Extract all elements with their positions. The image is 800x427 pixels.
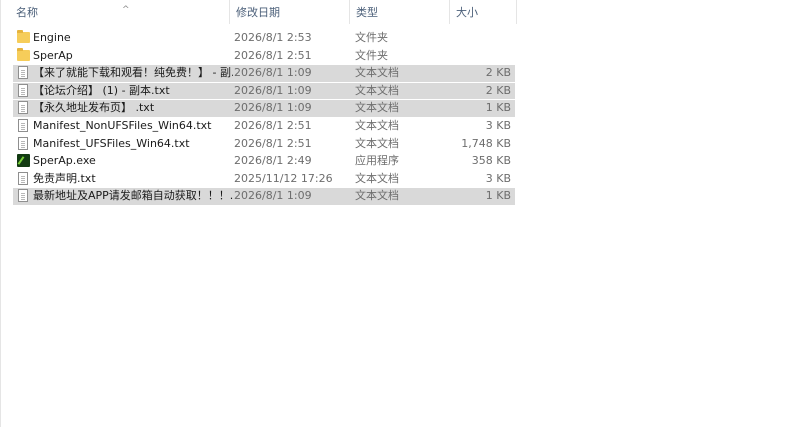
column-header: ^ 名称 修改日期 类型 大小 [1,0,517,24]
file-type: 文本文档 [355,101,399,115]
file-name: 【论坛介绍】 (1) - 副本.txt [33,83,170,97]
file-date: 2026/8/1 1:09 [234,83,312,97]
file-size: 3 KB [485,118,511,132]
file-name: 【来了就能下载和观看！纯免费！】 - 副... [33,66,233,80]
file-list: Engine 2026/8/1 2:53 文件夹 SperAp 2026/8/1… [13,29,515,205]
file-size: 1,748 KB [461,136,511,150]
file-type: 应用程序 [355,154,399,168]
file-size: 1 KB [485,189,511,203]
file-name: 最新地址及APP请发邮箱自动获取！！！... [33,189,233,203]
column-header-date-label: 修改日期 [236,6,280,19]
column-header-type-label: 类型 [356,6,378,19]
file-row[interactable]: 【来了就能下载和观看！纯免费！】 - 副... 2026/8/1 1:09 文本… [13,64,515,82]
text-file-icon [18,189,28,203]
text-file-icon [18,171,28,185]
file-row[interactable]: 【永久地址发布页】 .txt 2026/8/1 1:09 文本文档 1 KB [13,99,515,117]
text-file-icon [18,66,28,80]
file-row[interactable]: 最新地址及APP请发邮箱自动获取！！！... 2026/8/1 1:09 文本文… [13,187,515,205]
file-size [443,29,511,47]
folder-icon [17,47,30,61]
folder-icon [17,30,30,43]
column-header-type[interactable]: 类型 [350,0,450,24]
file-date: 2026/8/1 1:09 [234,101,312,115]
file-date: 2026/8/1 2:51 [234,48,312,62]
column-header-size[interactable]: 大小 [450,0,517,24]
file-size: 1 KB [485,101,511,115]
file-type: 文本文档 [355,136,399,150]
file-date: 2026/8/1 2:49 [234,154,312,168]
column-header-date[interactable]: 修改日期 [230,0,350,24]
file-row[interactable]: SperAp 2026/8/1 2:51 文件夹 [13,47,515,65]
file-type: 文本文档 [355,66,399,80]
file-name: Manifest_NonUFSFiles_Win64.txt [33,118,212,132]
file-row[interactable]: 免责声明.txt 2025/11/12 17:26 文本文档 3 KB [13,170,515,188]
file-name: 免责声明.txt [33,171,96,185]
file-row[interactable]: Manifest_UFSFiles_Win64.txt 2026/8/1 2:5… [13,135,515,153]
file-row[interactable]: Manifest_NonUFSFiles_Win64.txt 2026/8/1 … [13,117,515,135]
file-name: SperAp [33,48,73,62]
file-type: 文本文档 [355,171,399,185]
column-header-name[interactable]: ^ 名称 [9,0,230,24]
sort-ascending-icon: ^ [122,5,130,15]
file-date: 2026/8/1 1:09 [234,189,312,203]
file-type: 文件夹 [355,48,388,62]
text-file-icon [18,101,28,115]
file-name: 【永久地址发布页】 .txt [33,101,155,115]
file-name: Manifest_UFSFiles_Win64.txt [33,136,190,150]
column-header-size-label: 大小 [456,6,478,19]
text-file-icon [18,136,28,150]
column-header-name-label: 名称 [16,6,38,19]
pane-border [0,0,1,427]
file-row[interactable]: 【论坛介绍】 (1) - 副本.txt 2026/8/1 1:09 文本文档 2… [13,81,515,100]
file-date: 2025/11/12 17:26 [234,171,333,185]
file-name: SperAp.exe [33,154,96,168]
file-size: 358 KB [471,154,511,168]
file-type: 文本文档 [355,118,399,132]
file-size: 3 KB [485,171,511,185]
text-file-icon [18,83,28,97]
file-size: 2 KB [485,83,511,97]
file-type: 文本文档 [355,189,399,203]
file-date: 2026/8/1 2:51 [234,118,312,132]
file-name: Engine [33,31,71,44]
file-date: 2026/8/1 2:51 [234,136,312,150]
file-explorer-view: ^ 名称 修改日期 类型 大小 Engine 2026/8/1 2:53 文件夹… [0,0,800,427]
file-type: 文件夹 [355,31,388,44]
application-icon [17,154,30,168]
file-size: 2 KB [485,66,511,80]
file-date: 2026/8/1 2:53 [234,31,312,44]
text-file-icon [18,118,28,132]
file-size [443,47,511,65]
file-row[interactable]: Engine 2026/8/1 2:53 文件夹 [13,29,515,47]
file-date: 2026/8/1 1:09 [234,66,312,80]
file-row[interactable]: SperAp.exe 2026/8/1 2:49 应用程序 358 KB [13,152,515,170]
file-type: 文本文档 [355,83,399,97]
